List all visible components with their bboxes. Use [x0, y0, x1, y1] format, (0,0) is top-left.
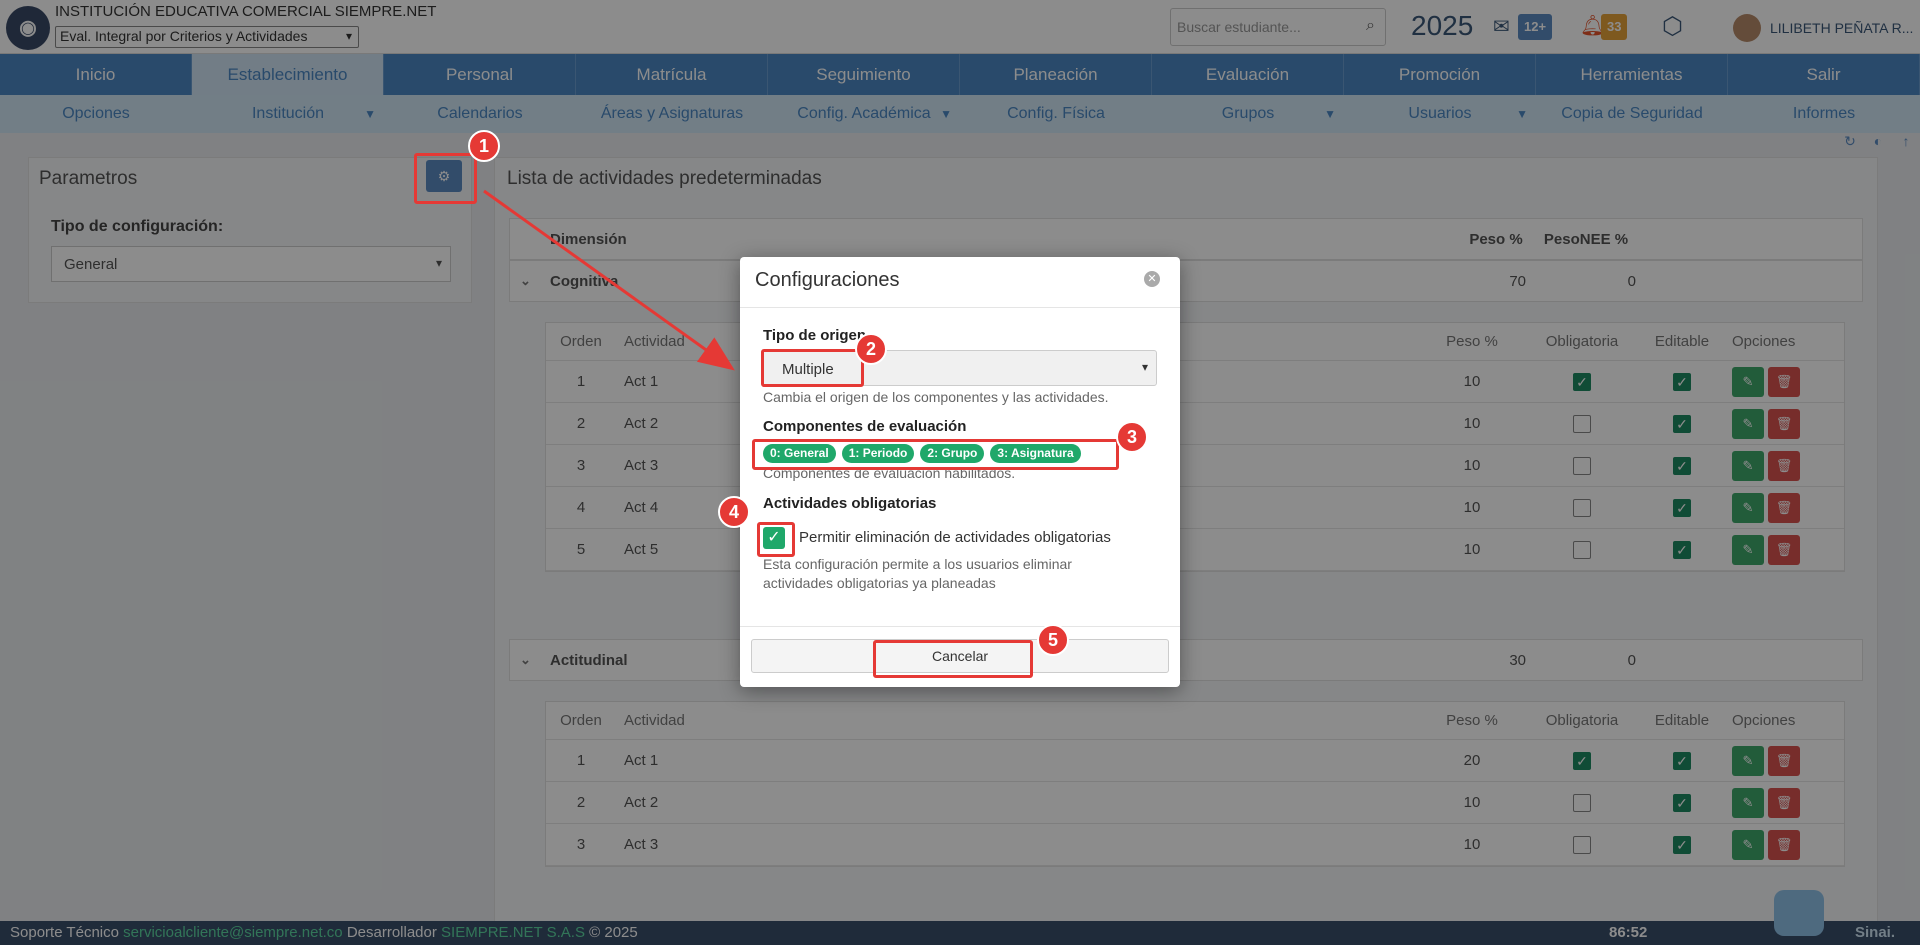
allow-delete-mandatory-label[interactable]: Permitir eliminación de actividades obli… — [799, 529, 1111, 546]
modal-divider — [740, 626, 1180, 627]
chevron-down-icon: ▾ — [1141, 360, 1148, 374]
close-icon[interactable]: ✕ — [1144, 271, 1160, 287]
highlight-mandatory-checkbox — [757, 522, 795, 557]
annotation-marker-4: 4 — [718, 496, 750, 528]
annotation-marker-5: 5 — [1037, 624, 1069, 656]
annotation-marker-3: 3 — [1116, 421, 1148, 453]
highlight-origin-select — [761, 349, 864, 387]
origin-type-label: Tipo de origen — [763, 327, 867, 344]
modal-title: Configuraciones — [755, 269, 900, 291]
annotation-marker-2: 2 — [855, 333, 887, 365]
modal-divider — [740, 307, 1180, 308]
highlight-settings-button — [414, 153, 477, 204]
origin-help-text: Cambia el origen de los componentes y la… — [763, 389, 1109, 405]
highlight-components — [752, 439, 1119, 470]
mandatory-help-text: Esta configuración permite a los usuario… — [763, 556, 1072, 591]
annotation-marker-1: 1 — [468, 130, 500, 162]
components-label: Componentes de evaluación — [763, 418, 967, 435]
configuraciones-modal: Configuraciones ✕ Tipo de origen Multipl… — [740, 257, 1180, 687]
highlight-cancel-button — [873, 640, 1033, 678]
mandatory-activities-label: Actividades obligatorias — [763, 495, 937, 512]
